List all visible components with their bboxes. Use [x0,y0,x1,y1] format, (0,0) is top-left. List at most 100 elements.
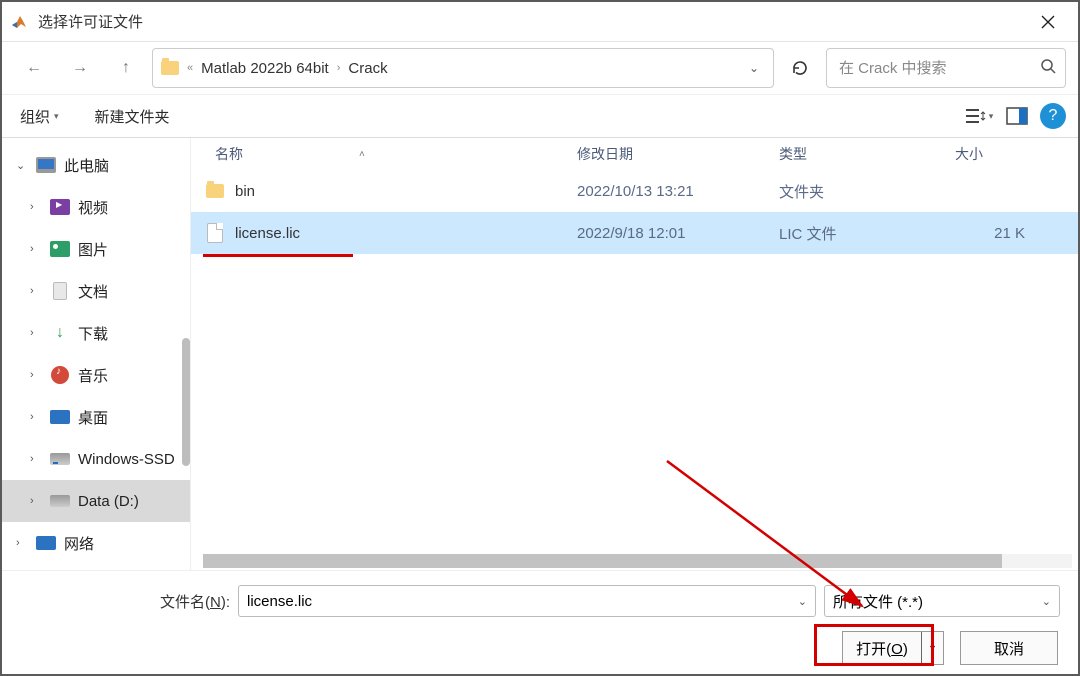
search-input[interactable] [837,59,1040,78]
chevron-down-icon: ⌄ [1042,595,1051,608]
file-date: 2022/9/18 12:01 [577,225,779,242]
filename-row: 文件名(N): license.lic ⌄ 所有文件 (*.*) ⌄ [20,585,1060,617]
horizontal-scrollbar[interactable] [203,554,1072,568]
sidebar-item-music[interactable]: › 音乐 [2,354,190,396]
sidebar-item-documents[interactable]: › 文档 [2,270,190,312]
folder-icon [206,184,224,198]
sidebar-label: 桌面 [78,407,108,428]
open-label: 打开(O) [856,638,908,659]
filetype-value: 所有文件 (*.*) [833,591,923,612]
drive-icon [50,453,70,465]
up-button[interactable]: ↑ [106,48,146,88]
caret-down-icon: ▾ [54,111,59,122]
sidebar-item-downloads[interactable]: ›↓下载 [2,312,190,354]
refresh-button[interactable] [780,48,820,88]
button-row: 打开(O) ▾ 取消 [20,631,1060,665]
file-dialog-window: 选择许可证文件 ← → ↑ « Matlab 2022b 64bit › Cra… [0,0,1080,676]
sidebar-item-data-d[interactable]: › Data (D:) [2,480,190,522]
sidebar-label: 音乐 [78,365,108,386]
organize-menu[interactable]: 组织 ▾ [14,100,65,133]
sidebar-label: 此电脑 [64,155,109,176]
chevron-right-icon: › [30,453,42,465]
drive-icon [50,495,70,507]
chevron-right-icon: › [30,495,42,507]
file-name: bin [235,183,577,200]
filename-label: 文件名(N): [160,591,230,612]
window-title: 选择许可证文件 [38,11,1026,32]
music-icon [51,366,69,384]
sidebar-item-network[interactable]: › 网络 [2,522,190,564]
cancel-label: 取消 [994,638,1024,659]
chevron-left-icon: « [187,62,193,74]
filename-input[interactable]: license.lic ⌄ [238,585,816,617]
chevron-right-icon: › [337,62,341,74]
column-size[interactable]: 大小 [955,144,1025,164]
breadcrumb-seg-2[interactable]: Crack [348,60,387,77]
organize-label: 组织 [20,106,50,127]
column-label: 名称 [215,144,243,164]
sidebar-label: 文档 [78,281,108,302]
sidebar: ⌄ 此电脑 › 视频 ›图片 › 文档 › ↓ 下载 › 音乐 › 桌面 › Windows-S… [2,138,190,570]
file-date: 2022/10/13 13:21 [577,183,779,200]
search-box[interactable] [826,48,1066,88]
file-type: LIC 文件 [779,223,955,244]
titlebar: 选择许可证文件 [2,2,1078,42]
sidebar-label: 视频 [78,197,108,218]
sidebar-item-desktop[interactable]: › 桌面 [2,396,190,438]
chevron-right-icon: › [30,201,42,213]
column-type[interactable]: 类型 [779,144,955,164]
file-list-pane: 名称˄ 修改日期 类型 大小 bin 2022/10/13 13:21 文件夹 … [190,138,1078,570]
open-button[interactable]: 打开(O) ▾ [842,631,944,665]
path-dropdown[interactable]: ⌄ [743,57,765,79]
sidebar-scrollbar[interactable] [182,338,190,466]
pc-icon [36,157,56,173]
document-icon [53,282,67,300]
filetype-select[interactable]: 所有文件 (*.*) ⌄ [824,585,1060,617]
chevron-right-icon: › [30,285,42,297]
help-button[interactable]: ? [1040,103,1066,129]
desktop-icon [50,410,70,424]
filename-value: license.lic [247,593,312,610]
column-date[interactable]: 修改日期 [577,144,779,164]
chevron-down-icon[interactable]: ⌄ [798,595,807,608]
folder-icon [161,61,179,75]
sidebar-label: Data (D:) [78,493,139,510]
file-type: 文件夹 [779,181,955,202]
preview-pane-button[interactable] [1002,101,1032,131]
close-button[interactable] [1026,3,1070,41]
sidebar-item-pictures[interactable]: ›图片 [2,228,190,270]
sidebar-label: Windows-SSD [78,451,175,468]
sidebar-item-windows-ssd[interactable]: › Windows-SSD [2,438,190,480]
open-split-dropdown[interactable]: ▾ [921,632,943,664]
chevron-right-icon: › [30,369,42,381]
file-name: license.lic [235,225,577,242]
chevron-right-icon: › [30,243,42,255]
breadcrumb[interactable]: « Matlab 2022b 64bit › Crack ⌄ [152,48,774,88]
chevron-right-icon: › [30,411,42,423]
newfolder-label: 新建文件夹 [95,106,170,127]
chevron-down-icon: ⌄ [16,159,28,172]
sort-asc-icon: ˄ [359,149,365,160]
breadcrumb-seg-1[interactable]: Matlab 2022b 64bit [201,60,329,77]
sidebar-item-video[interactable]: › 视频 [2,186,190,228]
footer: 文件名(N): license.lic ⌄ 所有文件 (*.*) ⌄ 打开(O)… [2,570,1078,670]
sidebar-item-pc[interactable]: ⌄ 此电脑 [2,144,190,186]
sidebar-label: 下载 [78,323,108,344]
new-folder-button[interactable]: 新建文件夹 [89,100,176,133]
annotation-underline [203,254,353,257]
file-row-license[interactable]: license.lic 2022/9/18 12:01 LIC 文件 21 K [191,212,1078,254]
nav-row: ← → ↑ « Matlab 2022b 64bit › Crack ⌄ [2,42,1078,94]
view-mode-button[interactable]: ▾ [964,101,994,131]
toolbar: 组织 ▾ 新建文件夹 ▾ ? [2,94,1078,138]
file-row-folder[interactable]: bin 2022/10/13 13:21 文件夹 [191,170,1078,212]
download-icon: ↓ [56,324,64,342]
back-button[interactable]: ← [14,48,54,88]
body-area: ⌄ 此电脑 › 视频 ›图片 › 文档 › ↓ 下载 › 音乐 › 桌面 › Windows-S… [2,138,1078,570]
sidebar-label: 网络 [64,533,94,554]
chevron-right-icon: › [16,537,28,549]
forward-button[interactable]: → [60,48,100,88]
search-icon [1040,58,1056,79]
cancel-button[interactable]: 取消 [960,631,1058,665]
column-name[interactable]: 名称 ˄ [215,144,577,164]
scrollbar-thumb[interactable] [203,554,1002,568]
